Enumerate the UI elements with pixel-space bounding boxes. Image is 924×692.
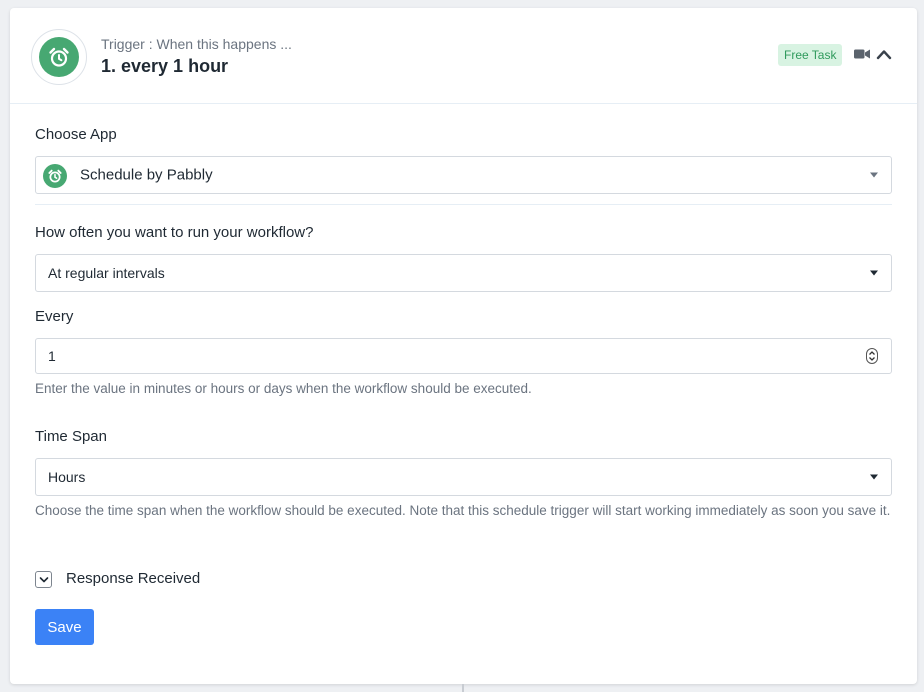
frequency-value: At regular intervals (48, 265, 165, 281)
trigger-title: 1. every 1 hour (101, 56, 229, 76)
choose-app-select[interactable]: Schedule by Pabbly (35, 156, 892, 194)
trigger-subtitle: Trigger : When this happens ... (101, 36, 292, 52)
chevron-down-icon (870, 172, 878, 178)
response-received-toggle[interactable] (35, 571, 52, 588)
flow-connector (462, 684, 464, 692)
alarm-clock-icon (43, 164, 67, 188)
stepper-icon[interactable] (866, 348, 878, 364)
every-number-input[interactable]: 1 (35, 338, 892, 374)
every-label: Every (35, 308, 74, 325)
frequency-select[interactable]: At regular intervals (35, 254, 892, 292)
divider (35, 204, 892, 205)
video-camera-icon[interactable] (854, 48, 870, 60)
chevron-down-icon (870, 474, 878, 480)
chevron-up-icon[interactable] (876, 47, 892, 61)
time-span-help-text: Choose the time span when the workflow s… (35, 503, 891, 518)
frequency-label: How often you want to run your workflow? (35, 224, 314, 241)
choose-app-label: Choose App (35, 126, 117, 143)
choose-app-value: Schedule by Pabbly (80, 166, 213, 184)
trigger-card: Trigger : When this happens ... 1. every… (10, 8, 917, 684)
trigger-header[interactable]: Trigger : When this happens ... 1. every… (10, 8, 917, 104)
free-task-badge: Free Task (778, 44, 843, 66)
chevron-down-icon (39, 576, 48, 582)
response-received-label: Response Received (66, 570, 201, 587)
every-help-text: Enter the value in minutes or hours or d… (35, 381, 532, 396)
chevron-down-icon (870, 270, 878, 276)
time-span-value: Hours (48, 469, 86, 485)
app-badge (31, 29, 87, 85)
alarm-clock-icon (39, 37, 79, 77)
save-button[interactable]: Save (35, 609, 94, 645)
time-span-select[interactable]: Hours (35, 458, 892, 496)
time-span-label: Time Span (35, 428, 107, 445)
every-value: 1 (48, 348, 56, 364)
